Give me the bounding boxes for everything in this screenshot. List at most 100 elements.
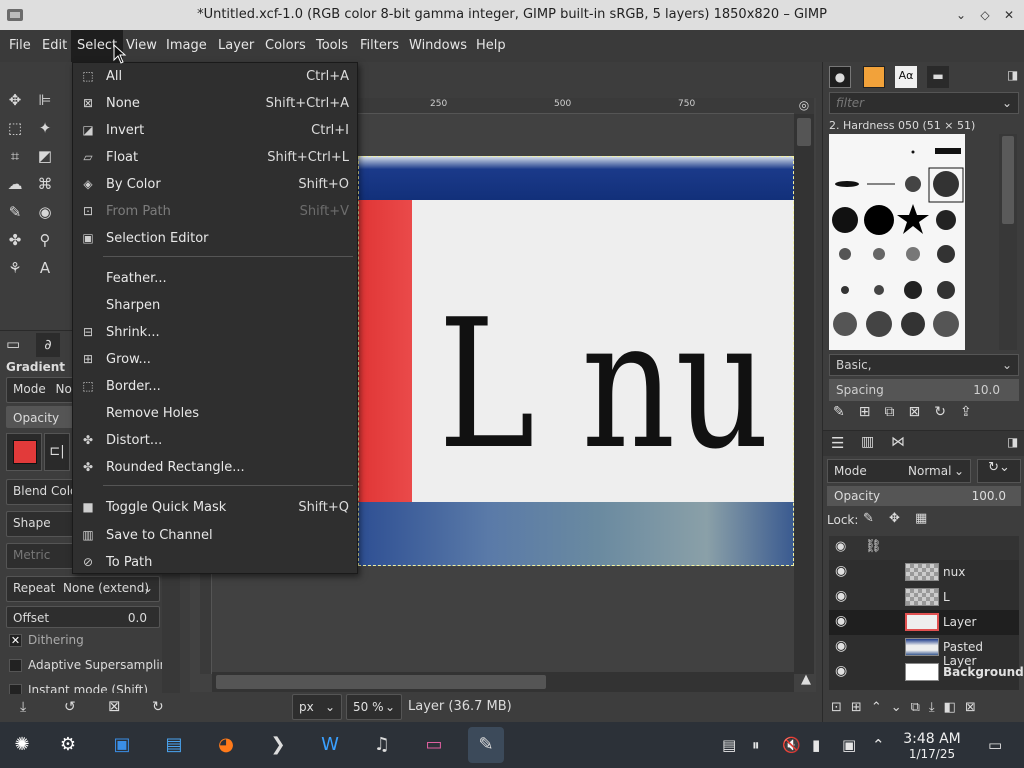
brushes-tab-icon[interactable]: ●: [829, 66, 851, 88]
layer-row[interactable]: ◉ Background: [829, 660, 1024, 685]
horizontal-scrollbar[interactable]: [212, 672, 794, 692]
move-tool-icon[interactable]: ✥: [5, 90, 25, 110]
horizontal-scroll-thumb[interactable]: [216, 675, 546, 689]
lock-pixels-icon[interactable]: ✎: [863, 511, 874, 526]
minimize-button[interactable]: ⌄: [952, 6, 970, 24]
menu-item-invert[interactable]: ◪ Invert Ctrl+I: [73, 117, 357, 144]
delete-brush-icon[interactable]: ⊠: [908, 404, 934, 420]
show-desktop-icon[interactable]: ▭: [988, 736, 1002, 754]
save-options-icon[interactable]: ⤓: [20, 699, 26, 715]
layer-opacity-slider[interactable]: Opacity 100.0: [827, 486, 1021, 506]
spacing-slider[interactable]: Spacing 10.0: [829, 379, 1019, 401]
paths-tab-icon[interactable]: ⋈: [891, 434, 905, 450]
duplicate-brush-icon[interactable]: ⧉: [884, 404, 908, 420]
eye-icon[interactable]: ◉: [835, 613, 847, 629]
layers-dock-menu-icon[interactable]: ◨: [1007, 435, 1018, 449]
code-editor-icon[interactable]: W: [312, 727, 348, 763]
lock-position-icon[interactable]: ✥: [889, 511, 900, 526]
brush-filter-input[interactable]: filter ⌄: [829, 92, 1019, 114]
lock-alpha-icon[interactable]: ▦: [915, 511, 927, 526]
lower-layer-icon[interactable]: ⌄: [891, 700, 911, 715]
brush-grid[interactable]: [829, 134, 965, 350]
clock-date[interactable]: 1/17/25: [900, 747, 964, 761]
menu-item-float[interactable]: ▱ Float Shift+Ctrl+L: [73, 144, 357, 171]
close-button[interactable]: ✕: [1000, 6, 1018, 24]
menu-item-border[interactable]: ⬚ Border...: [73, 373, 357, 400]
menu-filters[interactable]: Filters: [360, 38, 399, 53]
clipboard-icon[interactable]: ▤: [722, 736, 736, 754]
smudge-tool-icon[interactable]: ⚲: [35, 230, 55, 250]
rect-select-tool-icon[interactable]: ⬚: [5, 118, 25, 138]
menu-colors[interactable]: Colors: [265, 38, 306, 53]
eye-icon[interactable]: ◉: [835, 663, 847, 679]
delete-options-icon[interactable]: ⊠: [108, 697, 121, 715]
merge-layer-icon[interactable]: ⤓: [929, 700, 944, 715]
layer-mode-select[interactable]: Mode Normal ⌄: [827, 459, 971, 483]
brush-scrollbar[interactable]: [999, 134, 1017, 350]
color-picker-tool-icon[interactable]: ⚘: [5, 258, 25, 278]
zoom-select[interactable]: 50 % ⌄: [346, 694, 402, 720]
eye-icon[interactable]: ◉: [835, 638, 847, 654]
store-icon[interactable]: ▣: [104, 727, 140, 763]
patterns-tab-icon[interactable]: [863, 66, 885, 88]
channels-tab-icon[interactable]: ▥: [861, 434, 874, 450]
text-tool-icon[interactable]: A: [35, 258, 55, 278]
transform-tool-icon[interactable]: ◩: [35, 146, 55, 166]
menu-item-to-path[interactable]: ⊘ To Path: [73, 549, 357, 576]
layer-row[interactable]: ◉ L: [829, 585, 1019, 610]
menu-image[interactable]: Image: [166, 38, 207, 53]
menu-item-shrink[interactable]: ⊟ Shrink...: [73, 319, 357, 346]
layer-row-selected[interactable]: ◉ Layer: [829, 610, 1019, 635]
menu-help[interactable]: Help: [476, 38, 506, 53]
terminal-icon[interactable]: ❯: [260, 727, 296, 763]
settings-icon[interactable]: ⚙: [50, 727, 86, 763]
tool-options-tab-icon[interactable]: ▭: [6, 335, 20, 353]
clone-tool-icon[interactable]: ✤: [5, 230, 25, 250]
repeat-select[interactable]: Repeat None (extend) ⌄: [6, 576, 160, 602]
device-status-tab-icon[interactable]: ∂: [36, 333, 60, 357]
menu-file[interactable]: File: [9, 38, 31, 53]
layer-row[interactable]: ◉ nux: [829, 560, 1019, 585]
brush-as-image-icon[interactable]: ⇪: [960, 404, 986, 420]
menu-windows[interactable]: Windows: [409, 38, 467, 53]
battery-icon[interactable]: ▮: [812, 736, 820, 754]
reset-options-icon[interactable]: ↻: [152, 699, 164, 715]
crop-tool-icon[interactable]: ⌗: [5, 146, 25, 166]
image-canvas[interactable]: L nu: [358, 156, 794, 566]
menu-item-save-to-channel[interactable]: ▥ Save to Channel: [73, 522, 357, 549]
fuzzy-select-tool-icon[interactable]: ✦: [35, 118, 55, 138]
duplicate-layer-icon[interactable]: ⧉: [911, 700, 929, 715]
menu-tools[interactable]: Tools: [316, 38, 348, 53]
menu-item-rounded-rectangle[interactable]: ✤ Rounded Rectangle...: [73, 454, 357, 481]
unit-select[interactable]: px ⌄: [292, 694, 342, 720]
media-control-icon[interactable]: ⏸: [752, 736, 760, 754]
navigate-icon[interactable]: ◎: [794, 98, 814, 114]
raise-layer-icon[interactable]: ⌃: [871, 700, 891, 715]
menu-item-toggle-quick-mask[interactable]: ■ Toggle Quick Mask Shift+Q: [73, 494, 357, 521]
bucket-tool-icon[interactable]: ◉: [35, 202, 55, 222]
brush-scroll-thumb[interactable]: [1002, 136, 1014, 224]
paint-tool-icon[interactable]: ✎: [5, 202, 25, 222]
menu-layer[interactable]: Layer: [218, 38, 254, 53]
layers-tab-icon[interactable]: ☰: [831, 434, 844, 452]
cage-tool-icon[interactable]: ⌘: [35, 174, 55, 194]
mask-layer-icon[interactable]: ◧: [944, 700, 965, 715]
vertical-scrollbar[interactable]: [794, 114, 814, 674]
menu-view[interactable]: View: [126, 38, 157, 53]
new-layer-icon[interactable]: ⊡: [831, 700, 851, 715]
menu-item-sharpen[interactable]: Sharpen: [73, 292, 357, 319]
adaptive-checkbox[interactable]: [9, 659, 22, 672]
screenshot-icon[interactable]: ▭: [416, 727, 452, 763]
eye-icon[interactable]: ◉: [835, 588, 847, 604]
app-launcher-icon[interactable]: ✺: [4, 727, 40, 763]
menu-item-by-color[interactable]: ◈ By Color Shift+O: [73, 171, 357, 198]
brush-preset-select[interactable]: Basic, ⌄: [829, 354, 1019, 376]
layer-composite-icon[interactable]: ↻⌄: [977, 459, 1021, 483]
media-icon[interactable]: ♫: [364, 727, 400, 763]
gimp-task-icon[interactable]: ✎: [468, 727, 504, 763]
file-manager-icon[interactable]: ▤: [156, 727, 192, 763]
menu-item-remove-holes[interactable]: Remove Holes: [73, 400, 357, 427]
new-brush-icon[interactable]: ⊞: [859, 404, 885, 420]
firefox-icon[interactable]: ◕: [208, 727, 244, 763]
dithering-checkbox[interactable]: ✕: [9, 634, 22, 647]
